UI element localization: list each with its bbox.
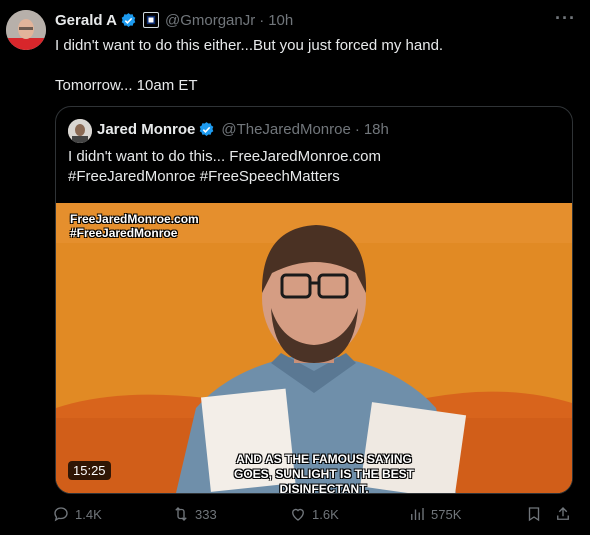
reply-button[interactable]: 1.4K <box>52 505 102 523</box>
video-caption: AND AS THE FAMOUS SAYING GOES, SUNLIGHT … <box>194 452 454 493</box>
video-frame <box>56 203 572 493</box>
video-player[interactable]: FreeJaredMonroe.com #FreeJaredMonroe AND… <box>56 203 572 493</box>
like-button[interactable]: 1.6K <box>289 505 339 523</box>
overlay-line: FreeJaredMonroe.com <box>70 212 199 226</box>
more-icon[interactable]: ··· <box>555 8 576 29</box>
quoted-author-name[interactable]: Jared Monroe <box>97 121 195 138</box>
action-bar: 1.4K 333 1.6K 575K <box>52 505 582 527</box>
tweet-header: Gerald A @GmorganJr · 10h <box>55 10 293 30</box>
tweet-text-line: Tomorrow... 10am ET <box>55 77 198 94</box>
reply-icon <box>54 507 68 522</box>
affiliate-badge-icon[interactable] <box>142 12 159 28</box>
separator-dot: · <box>259 11 265 29</box>
like-icon <box>292 508 304 521</box>
verified-badge-icon[interactable] <box>120 12 137 29</box>
verified-badge-icon[interactable] <box>198 121 215 138</box>
reply-count: 1.4K <box>75 506 102 522</box>
tweet-text-line: I didn't want to do this either...But yo… <box>55 37 444 54</box>
views-count: 575K <box>431 506 462 522</box>
views-button[interactable]: 575K <box>408 505 461 523</box>
bookmark-icon <box>528 507 540 522</box>
retweet-icon <box>175 507 187 521</box>
quoted-header: Jared Monroe @TheJaredMonroe · 18h <box>97 121 389 138</box>
quoted-author-handle[interactable]: @TheJaredMonroe <box>221 121 350 138</box>
quoted-text-line: I didn't want to do this... FreeJaredMon… <box>68 148 382 165</box>
caption-line: GOES, SUNLIGHT IS THE BEST DISINFECTANT. <box>233 467 415 493</box>
video-overlay-text: FreeJaredMonroe.com #FreeJaredMonroe <box>70 212 199 240</box>
caption-line: AND AS THE FAMOUS SAYING <box>236 452 412 466</box>
retweet-count: 333 <box>195 506 217 522</box>
quoted-time[interactable]: 18h <box>364 121 389 138</box>
author-handle[interactable]: @GmorganJr <box>165 12 255 29</box>
quoted-text-line: #FreeJaredMonroe #FreeSpeechMatters <box>68 168 340 185</box>
author-avatar[interactable] <box>6 10 46 50</box>
quoted-author-avatar[interactable] <box>68 119 92 143</box>
video-duration: 15:25 <box>68 461 111 480</box>
tweet-time[interactable]: 10h <box>268 12 293 29</box>
quoted-text: I didn't want to do this... FreeJaredMon… <box>68 147 558 187</box>
share-button[interactable] <box>554 505 572 523</box>
overlay-line: #FreeJaredMonroe <box>70 226 178 240</box>
views-icon <box>411 508 424 520</box>
bookmark-button[interactable] <box>525 505 543 523</box>
tweet-text: I didn't want to do this either...But yo… <box>55 36 575 96</box>
author-name[interactable]: Gerald A <box>55 12 117 29</box>
share-icon <box>557 507 569 520</box>
like-count: 1.6K <box>312 506 339 522</box>
retweet-button[interactable]: 333 <box>172 505 217 523</box>
separator-dot: · <box>354 121 360 138</box>
quoted-tweet[interactable]: Jared Monroe @TheJaredMonroe · 18h I did… <box>55 106 573 494</box>
